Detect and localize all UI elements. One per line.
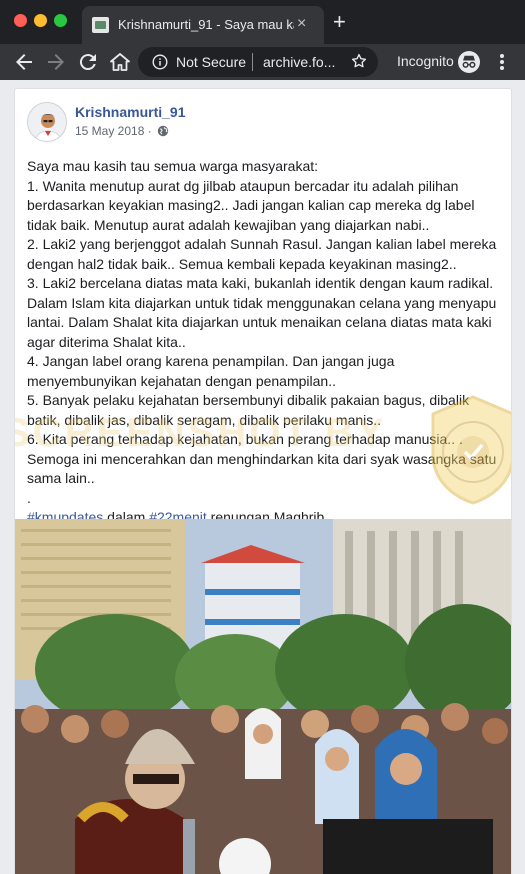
close-window-button[interactable] — [14, 14, 27, 27]
browser-toolbar: Not Secure archive.fo... Incognito — [0, 44, 525, 80]
maximize-window-button[interactable] — [54, 14, 67, 27]
post-line: 5. Banyak pelaku kejahatan bersembunyi d… — [27, 392, 470, 428]
post-author[interactable]: Krishnamurti_91 — [75, 104, 185, 120]
minimize-window-button[interactable] — [34, 14, 47, 27]
post-line: . — [27, 489, 31, 506]
incognito-label: Incognito — [397, 53, 454, 69]
browser-titlebar: Krishnamurti_91 - Saya mau kasih tau sem… — [0, 0, 525, 44]
post-date[interactable]: 15 May 2018 · — [75, 124, 152, 138]
star-icon[interactable] — [350, 52, 368, 70]
post-meta: 15 May 2018 · — [75, 124, 169, 138]
post-line: 1. Wanita menutup aurat dg jilbab ataupu… — [27, 177, 475, 233]
post-line: 4. Jangan label orang karena penampilan.… — [27, 353, 395, 389]
security-label: Not Secure — [176, 54, 247, 70]
post-line: 6. Kita perang terhadap kejahatan, bukan… — [27, 431, 463, 447]
browser-tab[interactable]: Krishnamurti_91 - Saya mau kasih tau sem… — [82, 6, 324, 44]
menu-icon[interactable] — [494, 50, 510, 74]
tab-title: Krishnamurti_91 - Saya mau kasih tau sem… — [118, 17, 294, 32]
globe-icon — [157, 125, 169, 137]
omnibox-divider — [252, 53, 253, 71]
home-icon[interactable] — [108, 50, 132, 74]
back-icon[interactable] — [12, 50, 36, 74]
address-bar[interactable]: Not Secure archive.fo... — [138, 47, 378, 77]
incognito-icon[interactable] — [457, 50, 481, 74]
post-line: 3. Laki2 bercelana diatas mata kaki, buk… — [27, 275, 497, 350]
forward-icon[interactable] — [44, 50, 68, 74]
post-body: Saya mau kasih tau semua warga masyaraka… — [27, 157, 505, 528]
facebook-post: Krishnamurti_91 15 May 2018 · Saya mau k… — [14, 88, 512, 874]
tab-close-icon[interactable]: × — [297, 14, 306, 34]
avatar[interactable] — [27, 102, 67, 142]
post-line: Saya mau kasih tau semua warga masyaraka… — [27, 158, 319, 174]
new-tab-button[interactable]: + — [333, 11, 346, 33]
post-line: Semoga ini mencerahkan dan menghindarkan… — [27, 450, 497, 487]
post-photo[interactable] — [15, 519, 511, 874]
page-content: Krishnamurti_91 15 May 2018 · Saya mau k… — [0, 80, 525, 874]
url-text[interactable]: archive.fo... — [263, 54, 335, 70]
reload-icon[interactable] — [76, 50, 100, 74]
post-line: 2. Laki2 yang berjenggot adalah Sunnah R… — [27, 236, 497, 272]
info-icon[interactable] — [152, 54, 168, 70]
favicon-icon — [92, 17, 109, 33]
